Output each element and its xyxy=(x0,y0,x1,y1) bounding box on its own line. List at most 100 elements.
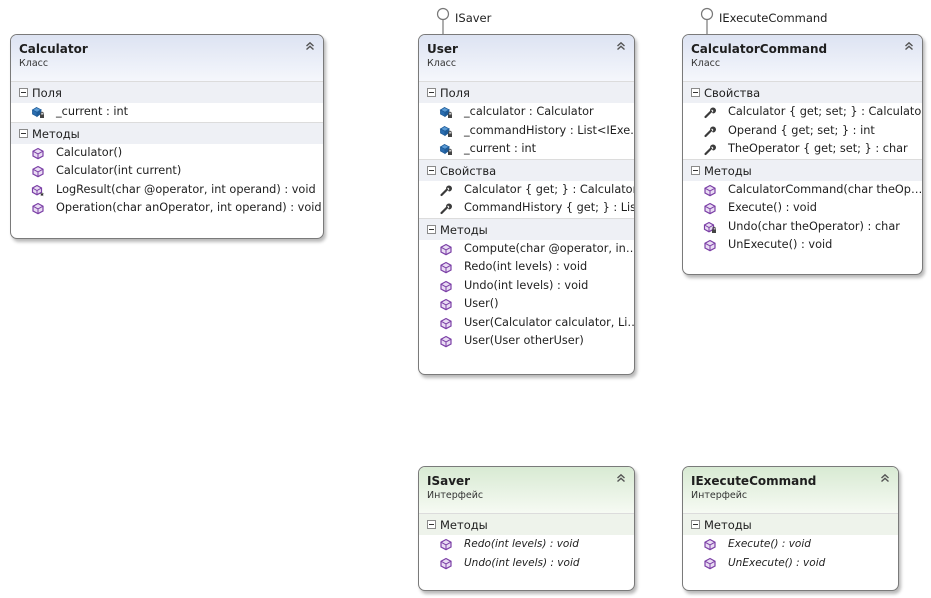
iexecutecommand-interface-shape[interactable]: IExecuteCommand Интерфейс Методы Execute… xyxy=(682,466,899,591)
member-text: User(User otherUser) xyxy=(464,334,584,347)
field-item[interactable]: _commandHistory : List<IExe… xyxy=(419,122,634,141)
method-item[interactable]: Redo(int levels) : void xyxy=(419,535,634,554)
section-collapse-icon[interactable] xyxy=(691,88,700,97)
calculator-class-header[interactable]: Calculator Класс xyxy=(11,35,323,81)
private-field-icon xyxy=(439,106,453,119)
calculatorcommand-class-header[interactable]: CalculatorCommand Класс xyxy=(683,35,922,81)
member-text: Operand { get; set; } : int xyxy=(728,123,875,137)
private-method-icon xyxy=(703,221,717,234)
isaver-interface-header[interactable]: ISaver Интерфейс xyxy=(419,467,634,513)
collapse-shape-icon[interactable] xyxy=(615,472,627,484)
collapse-shape-icon[interactable] xyxy=(304,40,316,52)
member-text: Calculator { get; } : Calculator xyxy=(464,182,634,196)
property-item[interactable]: Calculator { get; } : Calculator xyxy=(419,181,634,200)
calculatorcommand-methods-section[interactable]: Методы xyxy=(683,158,922,181)
method-item[interactable]: User() xyxy=(419,295,634,314)
method-item[interactable]: Execute() : void xyxy=(683,535,898,554)
method-icon xyxy=(439,557,453,570)
section-title: Методы xyxy=(440,518,488,532)
isaver-lollipop-label: ISaver xyxy=(455,11,492,25)
field-item[interactable]: _current : int xyxy=(419,140,634,159)
member-text: UnExecute() : void xyxy=(728,238,833,251)
protected-method-icon xyxy=(31,184,45,197)
section-title: Свойства xyxy=(440,163,497,178)
calculator-methods-section[interactable]: Методы xyxy=(11,121,323,144)
method-item[interactable]: UnExecute() : void xyxy=(683,554,898,573)
user-methods-section[interactable]: Методы xyxy=(419,217,634,240)
method-item[interactable]: User(Calculator calculator, Li… xyxy=(419,314,634,333)
method-item[interactable]: Calculator(int current) xyxy=(11,162,323,181)
user-fields-section[interactable]: Поля xyxy=(419,81,634,103)
method-icon xyxy=(703,538,717,551)
collapse-shape-icon[interactable] xyxy=(615,40,627,52)
calculatorcommand-class-name: CalculatorCommand xyxy=(691,42,828,56)
collapse-shape-icon[interactable] xyxy=(903,40,915,52)
property-wrench-icon xyxy=(703,106,717,119)
method-item[interactable]: Undo(int levels) : void xyxy=(419,277,634,296)
iexecutecommand-interface-stereotype: Интерфейс xyxy=(691,490,748,501)
isaver-methods-section[interactable]: Методы xyxy=(419,513,634,535)
iexecutecommand-methods-section[interactable]: Методы xyxy=(683,513,898,535)
calculator-class-shape[interactable]: Calculator Класс Поля _current : int Мет… xyxy=(10,34,324,239)
method-item[interactable]: Execute() : void xyxy=(683,199,922,218)
member-text: Execute() : void xyxy=(728,201,817,214)
member-text: Calculator() xyxy=(56,145,123,159)
method-item[interactable]: Compute(char @operator, in… xyxy=(419,240,634,259)
section-collapse-icon[interactable] xyxy=(19,88,28,97)
member-text: Compute(char @operator, in… xyxy=(464,241,634,255)
method-item[interactable]: LogResult(char @operator, int operand) :… xyxy=(11,181,323,200)
isaver-interface-shape[interactable]: ISaver Интерфейс Методы Redo(int levels)… xyxy=(418,466,635,591)
user-properties-section[interactable]: Свойства xyxy=(419,158,634,181)
calculatorcommand-properties-section[interactable]: Свойства xyxy=(683,81,922,103)
calculatorcommand-class-stereotype: Класс xyxy=(691,58,721,69)
iexecutecommand-interface-name: IExecuteCommand xyxy=(691,474,817,488)
section-title: Поля xyxy=(440,86,470,100)
section-collapse-icon[interactable] xyxy=(427,224,436,234)
method-icon xyxy=(439,243,453,256)
calculator-fields-section[interactable]: Поля xyxy=(11,81,323,103)
property-wrench-icon xyxy=(439,202,453,215)
method-item[interactable]: Undo(char theOperator) : char xyxy=(683,218,922,237)
method-icon xyxy=(703,202,717,215)
section-title: Методы xyxy=(704,518,752,532)
member-text: CommandHistory { get; } : Lis… xyxy=(464,201,634,214)
user-class-shape[interactable]: User Класс Поля _calculator : Calculator… xyxy=(418,34,635,375)
member-text: _current : int xyxy=(464,142,537,155)
section-collapse-icon[interactable] xyxy=(427,520,436,529)
member-text: _commandHistory : List<IExe… xyxy=(464,123,634,137)
isaver-lollipop-icon xyxy=(436,7,450,35)
iexecutecommand-interface-header[interactable]: IExecuteCommand Интерфейс xyxy=(683,467,898,513)
section-collapse-icon[interactable] xyxy=(19,128,28,138)
calculator-class-stereotype: Класс xyxy=(19,58,49,69)
calculatorcommand-class-shape[interactable]: CalculatorCommand Класс Свойства Calcula… xyxy=(682,34,923,275)
member-text: UnExecute() : void xyxy=(728,556,826,569)
collapse-shape-icon[interactable] xyxy=(879,472,891,484)
iexecutecommand-lollipop-label: IExecuteCommand xyxy=(719,11,828,25)
field-item[interactable]: _calculator : Calculator xyxy=(419,103,634,122)
field-item[interactable]: _current : int xyxy=(11,103,323,122)
method-item[interactable]: User(User otherUser) xyxy=(419,332,634,351)
method-icon xyxy=(439,261,453,274)
user-class-header[interactable]: User Класс xyxy=(419,35,634,81)
section-collapse-icon[interactable] xyxy=(691,165,700,175)
section-collapse-icon[interactable] xyxy=(427,165,436,175)
method-item[interactable]: Calculator() xyxy=(11,144,323,163)
method-icon xyxy=(31,147,45,160)
section-title: Методы xyxy=(704,163,752,178)
method-item[interactable]: Undo(int levels) : void xyxy=(419,554,634,573)
method-item[interactable]: CalculatorCommand(char theOp… xyxy=(683,181,922,200)
method-icon xyxy=(439,317,453,330)
member-text: User(Calculator calculator, Li… xyxy=(464,315,634,329)
user-class-name: User xyxy=(427,42,458,56)
property-item[interactable]: Calculator { get; set; } : Calculator xyxy=(683,103,922,122)
method-icon xyxy=(31,165,45,178)
member-text: Execute() : void xyxy=(728,538,811,550)
property-item[interactable]: TheOperator { get; set; } : char xyxy=(683,140,922,159)
section-collapse-icon[interactable] xyxy=(691,520,700,529)
method-item[interactable]: UnExecute() : void xyxy=(683,236,922,255)
property-item[interactable]: CommandHistory { get; } : Lis… xyxy=(419,199,634,218)
property-item[interactable]: Operand { get; set; } : int xyxy=(683,122,922,141)
section-collapse-icon[interactable] xyxy=(427,88,436,97)
method-item[interactable]: Redo(int levels) : void xyxy=(419,258,634,277)
method-item[interactable]: Operation(char anOperator, int operand) … xyxy=(11,199,323,218)
